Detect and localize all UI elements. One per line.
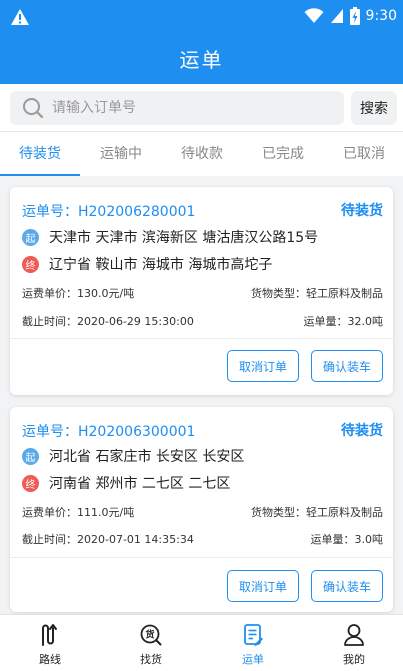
destination-badge: 终 bbox=[22, 255, 39, 273]
tab-pending-loading[interactable]: 待装货 bbox=[0, 132, 80, 176]
cargo-type: 货物类型：轻工原料及制品 bbox=[251, 287, 383, 300]
origin-text: 河北省 石家庄市 长安区 长安区 bbox=[49, 449, 245, 465]
order-volume: 运单量：3.0吨 bbox=[310, 533, 384, 546]
signal-icon bbox=[330, 9, 343, 23]
nav-route-label: 路线 bbox=[39, 653, 61, 666]
order-number: 运单号：H202006280001 bbox=[22, 204, 196, 220]
destination-address: 终 辽宁省 鞍山市 海城市 海城市高坨子 bbox=[22, 254, 272, 274]
page-title: 运单 bbox=[179, 48, 224, 72]
destination-text: 河南省 郑州市 二七区 二七区 bbox=[49, 476, 231, 492]
origin-address: 起 河北省 石家庄市 长安区 长安区 bbox=[22, 446, 244, 466]
find-goods-icon: 货 bbox=[140, 624, 162, 646]
search-box[interactable] bbox=[10, 91, 344, 125]
card-divider bbox=[10, 338, 393, 339]
destination-address: 终 河南省 郑州市 二七区 二七区 bbox=[22, 473, 230, 493]
origin-text: 天津市 天津市 滨海新区 塘沽唐汉公路15号 bbox=[49, 230, 319, 246]
tab-pending-payment[interactable]: 待收款 bbox=[162, 132, 242, 176]
cargo-type: 货物类型：轻工原料及制品 bbox=[251, 506, 383, 519]
origin-badge: 起 bbox=[22, 447, 39, 465]
origin-address: 起 天津市 天津市 滨海新区 塘沽唐汉公路15号 bbox=[22, 227, 318, 247]
confirm-loading-button[interactable]: 确认装车 bbox=[311, 570, 383, 602]
cancel-order-button[interactable]: 取消订单 bbox=[227, 350, 299, 382]
bottom-nav: 路线 货 找货 运单 我的 bbox=[0, 614, 403, 671]
wifi-icon bbox=[304, 8, 324, 23]
tab-completed[interactable]: 已完成 bbox=[243, 132, 323, 176]
tab-cancelled[interactable]: 已取消 bbox=[324, 132, 403, 176]
order-card[interactable]: 运单号：H202006300001 待装货 起 河北省 石家庄市 长安区 长安区… bbox=[10, 407, 393, 612]
nav-mine-label: 我的 bbox=[343, 653, 365, 666]
unit-price: 运费单价：111.0元/吨 bbox=[22, 506, 135, 519]
user-icon bbox=[344, 624, 364, 646]
confirm-loading-button[interactable]: 确认装车 bbox=[311, 350, 383, 382]
nav-mine[interactable]: 我的 bbox=[314, 615, 394, 671]
battery-icon bbox=[349, 7, 360, 25]
card-divider bbox=[10, 557, 393, 558]
search-row: 搜索 bbox=[0, 84, 403, 131]
order-status: 待装货 bbox=[341, 203, 383, 219]
search-button[interactable]: 搜索 bbox=[351, 91, 397, 125]
deadline: 截止时间：2020-07-01 14:35:34 bbox=[22, 533, 194, 546]
nav-find-goods[interactable]: 货 找货 bbox=[111, 615, 191, 671]
nav-waybill[interactable]: 运单 bbox=[213, 615, 293, 671]
origin-badge: 起 bbox=[22, 228, 39, 246]
order-volume: 运单量：32.0吨 bbox=[303, 315, 384, 328]
route-icon bbox=[42, 624, 57, 646]
nav-route[interactable]: 路线 bbox=[10, 615, 90, 671]
clock: 9:30 bbox=[365, 8, 397, 24]
order-status: 待装货 bbox=[341, 423, 383, 439]
unit-price: 运费单价：130.0元/吨 bbox=[22, 287, 135, 300]
waybill-icon bbox=[244, 624, 263, 646]
nav-waybill-label: 运单 bbox=[242, 653, 264, 666]
destination-text: 辽宁省 鞍山市 海城市 海城市高坨子 bbox=[49, 257, 273, 273]
nav-find-goods-label: 找货 bbox=[140, 653, 162, 666]
status-tabs: 待装货 运输中 待收款 已完成 已取消 bbox=[0, 131, 403, 176]
order-number: 运单号：H202006300001 bbox=[22, 424, 196, 440]
status-bar: 9:30 bbox=[0, 0, 403, 33]
svg-text:货: 货 bbox=[145, 629, 154, 641]
search-icon bbox=[23, 98, 44, 119]
cancel-order-button[interactable]: 取消订单 bbox=[227, 570, 299, 602]
search-input[interactable] bbox=[52, 100, 312, 116]
warning-icon bbox=[11, 9, 29, 25]
tab-in-transit[interactable]: 运输中 bbox=[81, 132, 161, 176]
order-card[interactable]: 运单号：H202006280001 待装货 起 天津市 天津市 滨海新区 塘沽唐… bbox=[10, 187, 393, 395]
deadline: 截止时间：2020-06-29 15:30:00 bbox=[22, 315, 194, 328]
title-bar: 运单 bbox=[0, 33, 403, 84]
destination-badge: 终 bbox=[22, 474, 39, 492]
